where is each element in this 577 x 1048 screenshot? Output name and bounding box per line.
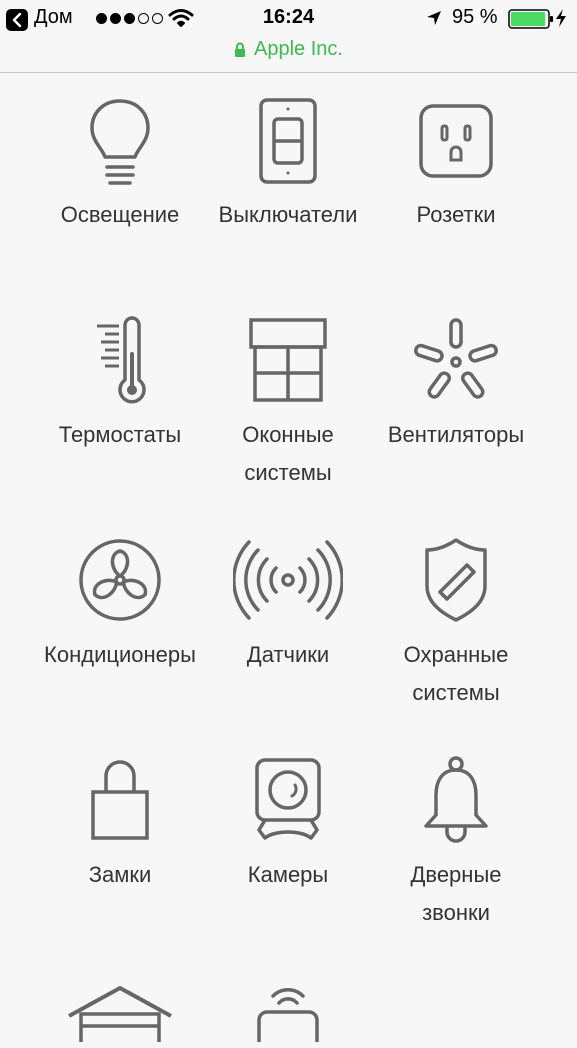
site-name: Apple Inc. [254,38,343,60]
category-label: Выключатели [218,202,358,227]
accessory-category-grid: Освещение Выключатели Розетки Термостаты… [0,72,577,1042]
category-label: Розетки [416,202,496,227]
doorbell-icon [424,756,488,843]
security-shield-icon [425,538,487,622]
category-lighting[interactable]: Освещение [29,94,211,234]
outlet-icon [419,104,493,178]
switch-icon [259,98,317,184]
category-label: Камеры [247,862,329,887]
router-icon [257,988,319,1042]
category-sensors[interactable]: Датчики [197,534,379,674]
charging-bolt-icon [556,9,566,27]
lock-icon [91,760,149,840]
garage-icon [68,986,172,1042]
camera-icon [255,758,321,840]
category-security-systems[interactable]: Охранные системы [365,534,547,712]
air-conditioner-icon [79,539,161,621]
battery-percent: 95 % [452,6,498,28]
category-label: Датчики [246,642,330,667]
category-air-conditioners[interactable]: Кондиционеры [29,534,211,674]
address-bar[interactable]: Apple Inc. [0,38,577,64]
battery-icon [508,9,553,29]
status-bar: Дом 16:24 95 % Apple Inc. [0,0,577,73]
category-label: Кондиционеры [44,642,196,667]
category-garage-doors[interactable] [29,982,211,1048]
category-label: Освещение [60,202,180,227]
lock-icon [235,42,246,57]
thermostat-icon [97,316,146,404]
ceiling-fan-icon [414,318,498,399]
location-arrow-icon [427,11,441,25]
category-label: Термостаты [58,422,182,447]
category-fans[interactable]: Вентиляторы [365,314,547,454]
category-bridges[interactable] [197,982,379,1048]
category-switches[interactable]: Выключатели [197,94,379,234]
category-cameras[interactable]: Камеры [197,754,379,894]
category-label: Дверные звонки [410,862,502,925]
category-label: Вентиляторы [387,422,525,447]
category-label: Оконные системы [242,422,334,485]
category-label: Охранные системы [403,642,509,705]
category-thermostats[interactable]: Термостаты [29,314,211,454]
category-doorbells[interactable]: Дверные звонки [365,754,547,932]
category-locks[interactable]: Замки [29,754,211,894]
category-window-coverings[interactable]: Оконные системы [197,314,379,492]
category-label: Замки [88,862,152,887]
category-outlets[interactable]: Розетки [365,94,547,234]
sensor-icon [233,540,343,620]
lightbulb-icon [90,99,150,185]
window-icon [249,318,327,402]
